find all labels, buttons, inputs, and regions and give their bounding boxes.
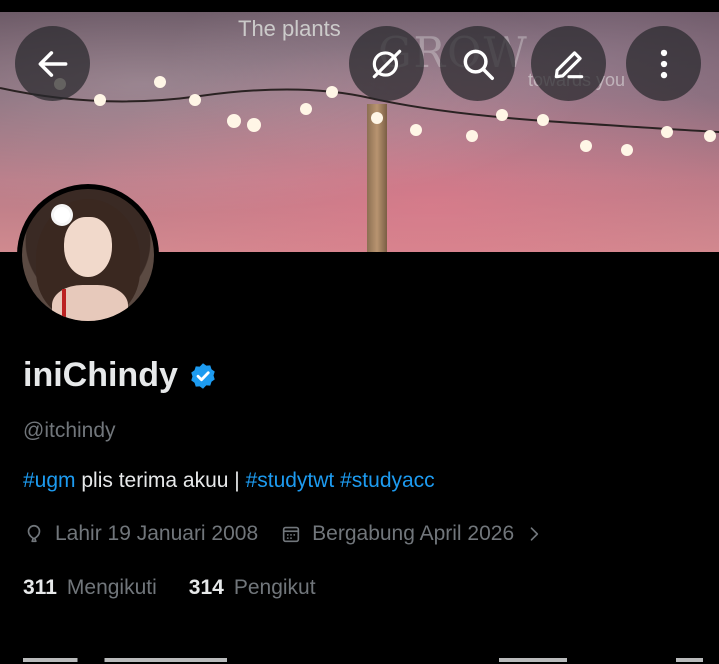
calendar-icon	[282, 526, 300, 543]
back-button[interactable]	[15, 26, 90, 101]
follow-stats: 311 Mengikuti 314 Pengikut	[23, 576, 348, 600]
join-date-text: Bergabung April 2026	[312, 522, 515, 545]
join-date[interactable]: Bergabung April 2026	[280, 522, 544, 546]
more-icon	[660, 49, 667, 78]
avatar[interactable]	[17, 184, 159, 326]
chevron-right-icon	[530, 527, 539, 541]
following-label: Mengikuti	[66, 576, 157, 599]
bio-text: plis terima akuu |	[75, 469, 246, 492]
following-link[interactable]: 311 Mengikuti	[23, 576, 157, 600]
edit-icon	[554, 50, 583, 78]
followers-link[interactable]: 314 Pengikut	[189, 576, 316, 600]
balloon-icon	[27, 524, 41, 543]
search-icon	[463, 49, 494, 80]
following-count: 311	[23, 576, 57, 599]
followers-count: 314	[188, 576, 224, 599]
display-name: iniChindy	[23, 356, 178, 394]
avatar-image	[22, 189, 154, 321]
hashtag-studytwt[interactable]: #studytwt	[246, 469, 335, 492]
search-button[interactable]	[440, 26, 515, 101]
hashtag-ugm[interactable]: #ugm	[23, 469, 76, 492]
followers-label: Pengikut	[233, 576, 316, 599]
verified-badge-icon[interactable]	[188, 361, 218, 391]
profile-name: iniChindy	[23, 356, 218, 395]
more-button[interactable]	[626, 26, 701, 101]
back-arrow-icon	[38, 50, 67, 77]
birth-date: Lahir 19 Januari 2008	[23, 522, 258, 546]
grok-icon	[372, 49, 401, 78]
grok-button[interactable]	[349, 26, 424, 101]
profile-bio: #ugm plis terima akuu | #studytwt #study…	[23, 469, 435, 493]
profile-meta: Lahir 19 Januari 2008 Bergabung April 20…	[23, 522, 544, 546]
hashtag-studyacc[interactable]: #studyacc	[340, 469, 435, 492]
edit-button[interactable]	[531, 26, 606, 101]
cropped-text-row	[23, 652, 703, 664]
profile-handle: @itchindy	[23, 419, 116, 442]
birth-date-text: Lahir 19 Januari 2008	[55, 522, 259, 545]
